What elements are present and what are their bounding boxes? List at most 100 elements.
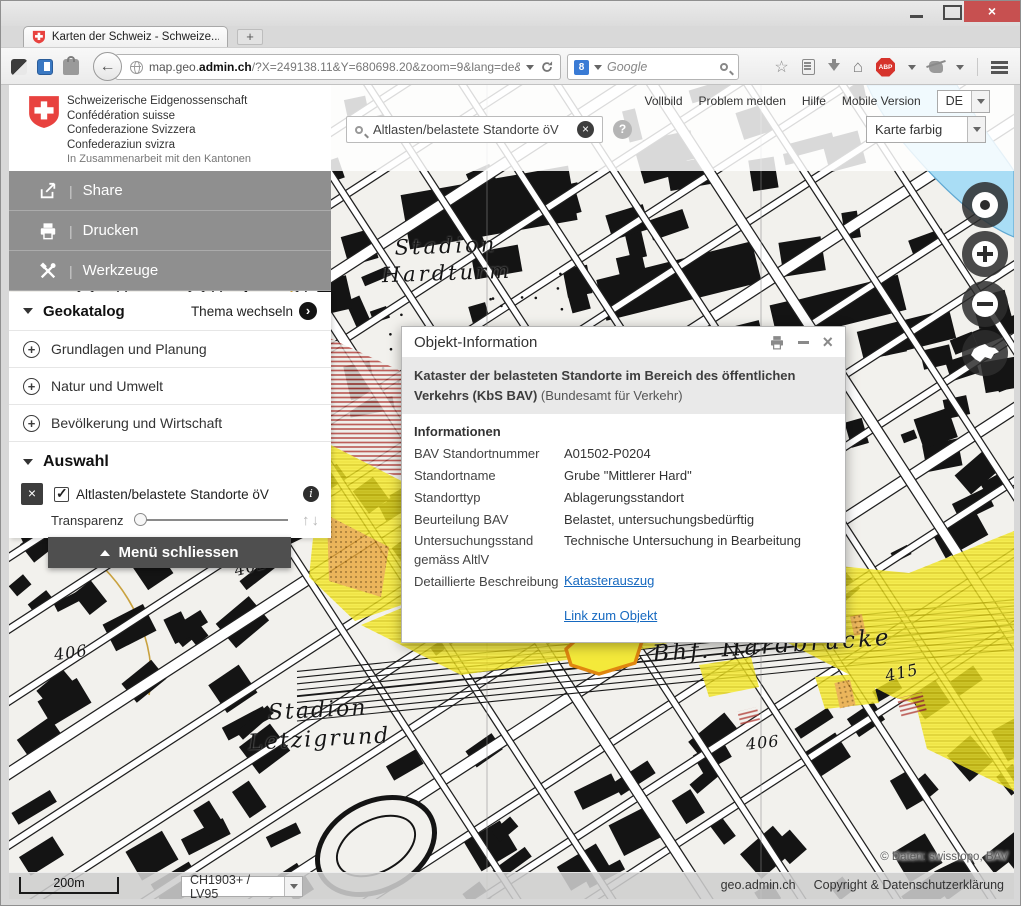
geokatalog-header[interactable]: Geokatalog Thema wechseln › — [9, 292, 331, 330]
move-layer-down-icon[interactable]: ↓ — [312, 512, 320, 529]
browser-tab[interactable]: Karten der Schweiz - Schweize... — [23, 26, 228, 47]
url-dropdown-icon[interactable] — [526, 65, 534, 70]
auswahl-header[interactable]: Auswahl — [9, 441, 331, 481]
share-button[interactable]: |Share — [9, 171, 331, 211]
dataset-header: Kataster der belasteten Standorte im Ber… — [402, 357, 845, 414]
search-icon — [355, 126, 363, 134]
info-row: BAV StandortnummerA01502-P0204 — [414, 445, 833, 464]
map-attribution: © Daten: swisstopo, BAV — [880, 851, 1008, 863]
print-button[interactable]: |Drucken — [9, 211, 331, 251]
zoom-out-button[interactable] — [962, 281, 1008, 327]
zoom-in-button[interactable] — [962, 231, 1008, 277]
printer-icon — [39, 222, 57, 240]
popup-title: Objekt-Information — [414, 334, 769, 351]
switzerland-outline-icon — [970, 343, 1000, 364]
extension-icon-2[interactable] — [37, 59, 53, 75]
adblock-icon[interactable]: ABP — [876, 58, 895, 77]
header-links: Vollbild Problem melden Hilfe Mobile Ver… — [644, 89, 990, 113]
new-tab-button[interactable]: + — [237, 29, 263, 45]
projection-select[interactable]: CH1903+ / LV95 — [181, 876, 303, 897]
scale-bar: 200m — [19, 877, 119, 894]
extension-dropdown-icon[interactable] — [956, 65, 964, 70]
popup-close-icon[interactable]: × — [822, 335, 833, 349]
extension-toolbar-icon[interactable] — [929, 61, 943, 73]
remove-layer-button[interactable]: × — [21, 483, 43, 505]
search-value: Altlasten/belastete Standorte öV — [373, 122, 571, 137]
adblock-dropdown-icon[interactable] — [908, 65, 916, 70]
search-help-button[interactable]: ? — [613, 120, 632, 139]
katasterauszug-link[interactable]: Katasterauszug — [564, 573, 654, 592]
link-hilfe[interactable]: Hilfe — [802, 94, 826, 108]
collapse-icon — [23, 459, 33, 465]
expand-plus-icon: + — [23, 341, 40, 358]
extension-icon-1[interactable] — [11, 59, 27, 75]
category-natur-umwelt[interactable]: + Natur und Umwelt — [9, 367, 331, 404]
url-bar[interactable]: map.geo.admin.ch/?X=249138.11&Y=680698.2… — [115, 54, 561, 80]
category-grundlagen[interactable]: + Grundlagen und Planung — [9, 330, 331, 367]
slider-track[interactable] — [134, 519, 289, 521]
expand-plus-icon: + — [23, 378, 40, 395]
swiss-coat-of-arms-icon — [27, 95, 61, 129]
maximize-button[interactable] — [943, 5, 962, 20]
back-button[interactable]: ← — [93, 52, 122, 81]
overview-switzerland-button[interactable] — [962, 330, 1008, 376]
search-go-icon[interactable] — [720, 63, 728, 71]
browser-search-bar[interactable]: 8 Google — [567, 54, 739, 80]
search-engine-dropdown-icon[interactable] — [594, 65, 602, 70]
info-row: Link zum Objekt — [414, 608, 833, 623]
close-menu-button[interactable]: Menü schliessen — [48, 537, 291, 568]
page-content: Stadion Hardturm Stadion Letzigrund Bhf.… — [9, 85, 1014, 899]
map-label-hardturm: Stadion Hardturm — [358, 230, 535, 291]
change-topic-link[interactable]: Thema wechseln › — [191, 302, 317, 320]
bookmark-star-icon[interactable]: ☆ — [774, 57, 788, 77]
tab-bar: Karten der Schweiz - Schweize... + — [1, 26, 1020, 47]
link-zum-objekt[interactable]: Link zum Objekt — [564, 608, 657, 623]
layer-label: Altlasten/belastete Standorte öV — [76, 487, 303, 502]
collapse-icon — [23, 308, 33, 314]
extension-icon-3[interactable] — [63, 59, 79, 75]
downloads-icon[interactable] — [828, 63, 840, 71]
search-engine-icon[interactable]: 8 — [574, 60, 589, 75]
site-identity-icon[interactable] — [130, 61, 143, 74]
expand-plus-icon: + — [23, 415, 40, 432]
geoadmin-link[interactable]: geo.admin.ch — [721, 878, 796, 892]
close-button[interactable]: × — [964, 1, 1020, 22]
home-icon[interactable]: ⌂ — [853, 59, 863, 75]
category-bevoelkerung[interactable]: + Bevölkerung und Wirtschaft — [9, 404, 331, 441]
popup-print-icon[interactable] — [769, 335, 785, 350]
toolbar-separator — [977, 58, 978, 76]
transparency-label: Transparenz — [51, 513, 124, 528]
info-heading: Informationen — [414, 424, 833, 439]
link-mobile-version[interactable]: Mobile Version — [842, 94, 921, 108]
link-problem-melden[interactable]: Problem melden — [699, 94, 786, 108]
reload-icon[interactable] — [540, 60, 554, 74]
layer-info-button[interactable]: i — [303, 486, 319, 502]
share-icon — [39, 182, 57, 200]
map-footer-bar: 200m CH1903+ / LV95 geo.admin.ch Copyrig… — [9, 872, 1014, 899]
cooperation-note: In Zusammenarbeit mit den Kantonen — [67, 153, 251, 165]
language-select[interactable]: DE — [937, 90, 990, 113]
tools-button[interactable]: |Werkzeuge — [9, 251, 331, 291]
bookmarks-list-icon[interactable] — [802, 59, 815, 75]
map-style-select[interactable]: Karte farbig — [866, 116, 986, 143]
info-row: StandorttypAblagerungsstandort — [414, 489, 833, 508]
menu-icon[interactable] — [991, 61, 1008, 74]
geocatalog-panel: Geokatalog Thema wechseln › + Grundlagen… — [9, 292, 331, 538]
link-vollbild[interactable]: Vollbild — [644, 94, 682, 108]
transparency-slider[interactable] — [134, 513, 289, 527]
geolocate-button[interactable] — [962, 182, 1008, 228]
copyright-link[interactable]: Copyright & Datenschutzerklärung — [814, 878, 1004, 892]
url-text: map.geo.admin.ch/?X=249138.11&Y=680698.2… — [149, 60, 520, 74]
arrow-right-circle-icon: › — [299, 302, 317, 320]
move-layer-up-icon[interactable]: ↑ — [302, 512, 310, 529]
tools-icon — [39, 262, 57, 280]
site-header: Schweizerische Eidgenossenschaft Confédé… — [9, 85, 1014, 171]
layer-checkbox[interactable]: ✓ — [54, 487, 69, 502]
clear-search-button[interactable]: × — [577, 121, 594, 138]
popup-minimize-icon[interactable] — [798, 341, 809, 344]
map-search-input[interactable]: Altlasten/belastete Standorte öV × — [346, 116, 603, 143]
map-label-letzigrund: Stadion Letzigrund — [220, 692, 418, 759]
minimize-button[interactable] — [906, 5, 928, 21]
sidebar-tools: |Share |Drucken |Werkzeuge — [9, 171, 331, 291]
slider-thumb[interactable] — [134, 513, 147, 526]
